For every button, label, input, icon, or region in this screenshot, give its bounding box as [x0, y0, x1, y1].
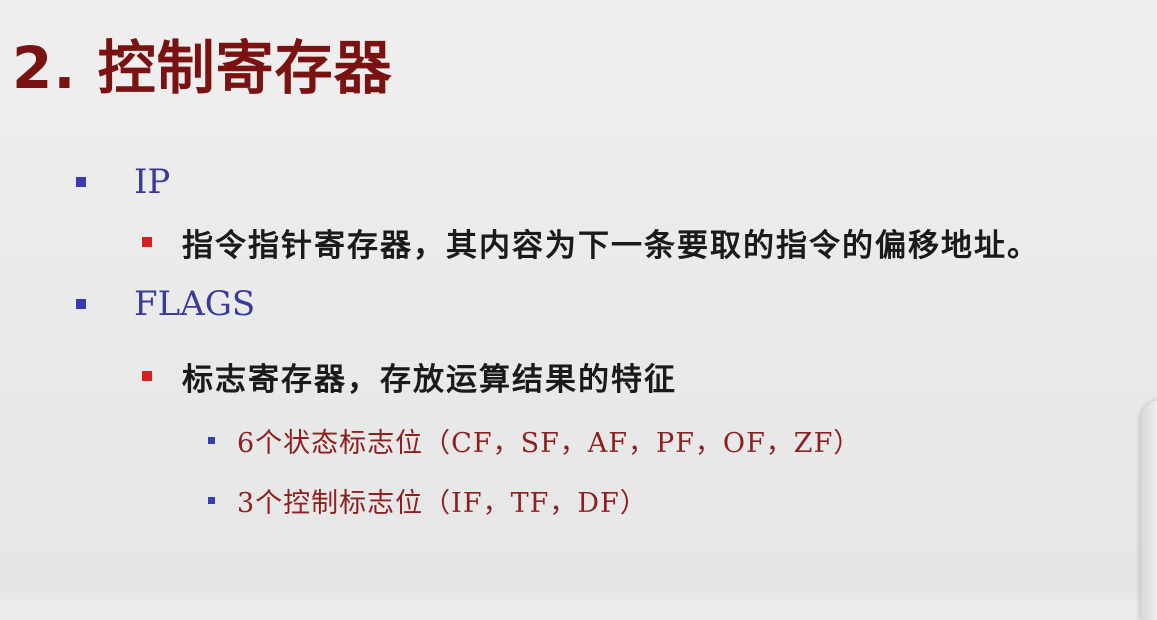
list-item-ip: IP: [76, 160, 170, 204]
list-item-label: 指令指针寄存器，其内容为下一条要取的指令的偏移地址。: [182, 227, 1040, 264]
list-item-label: 标志寄存器，存放运算结果的特征: [182, 361, 677, 398]
list-item-flags: FLAGS: [76, 282, 255, 326]
list-item-flags-description: 标志寄存器，存放运算结果的特征: [142, 354, 677, 398]
square-bullet-icon: [142, 371, 152, 381]
square-bullet-icon: [142, 237, 152, 247]
square-bullet-icon: [76, 177, 86, 187]
square-bullet-icon: [76, 299, 86, 309]
list-item-ip-description: 指令指针寄存器，其内容为下一条要取的指令的偏移地址。: [142, 220, 1040, 264]
square-bullet-icon: [208, 436, 215, 444]
square-bullet-icon: [208, 496, 215, 504]
list-item-label: 3个控制标志位（IF，TF，DF）: [237, 487, 648, 519]
list-item-status-flags: 6个状态标志位（CF，SF，AF，PF，OF，ZF）: [208, 420, 861, 460]
list-item-control-flags: 3个控制标志位（IF，TF，DF）: [208, 480, 648, 520]
list-item-label: FLAGS: [134, 284, 256, 324]
list-item-label: 6个状态标志位（CF，SF，AF，PF，OF，ZF）: [237, 427, 862, 459]
slide-title: 2. 控制寄存器: [12, 34, 393, 102]
list-item-label: IP: [134, 162, 171, 202]
slide: 2. 控制寄存器 IP 指令指针寄存器，其内容为下一条要取的指令的偏移地址。 F…: [0, 0, 1157, 620]
presenter-edge: [1141, 400, 1157, 620]
